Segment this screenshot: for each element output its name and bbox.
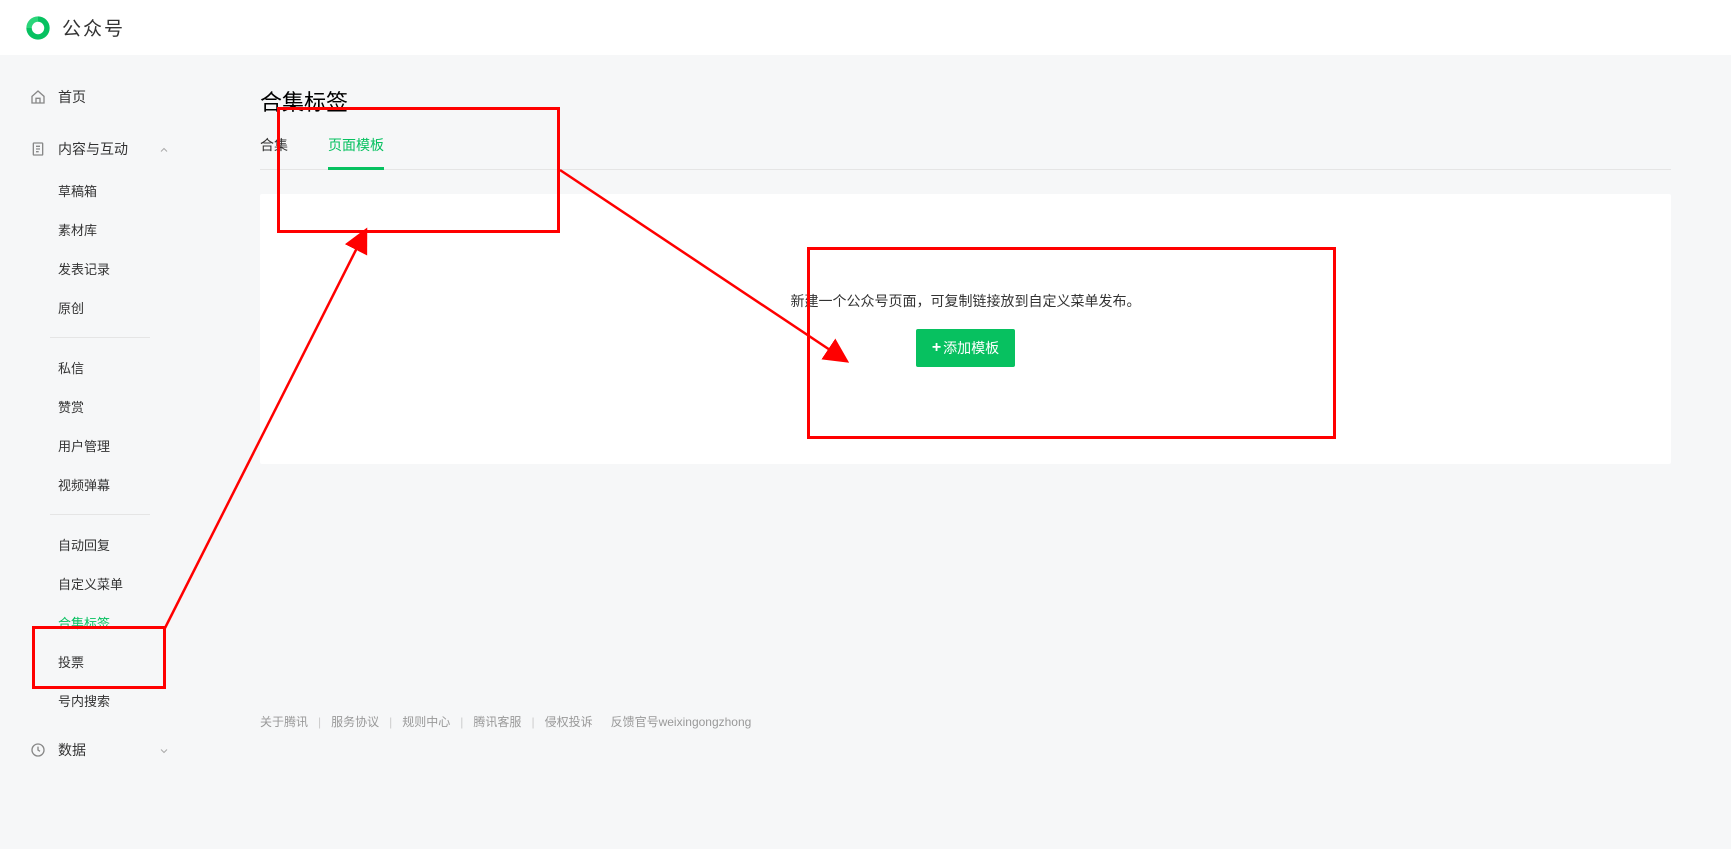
tab-page-template[interactable]: 页面模板 [328, 135, 384, 170]
sidebar-sub-reward[interactable]: 赞赏 [58, 387, 200, 426]
footer-link-support[interactable]: 腾讯客服 [473, 713, 521, 730]
chevron-down-icon [158, 744, 170, 756]
sidebar-sub-custom-menu[interactable]: 自定义菜单 [58, 564, 200, 603]
sidebar-sub-autoreply[interactable]: 自动回复 [58, 525, 200, 564]
sidebar: 首页 内容与互动 草稿箱 素材库 发表记录 原创 私信 赞赏 用户管理 [0, 55, 200, 800]
sidebar-label: 内容与互动 [58, 139, 128, 159]
sidebar-sub-collection-tags[interactable]: 合集标签 [58, 603, 200, 642]
sidebar-item-data[interactable]: 数据 [0, 728, 200, 772]
header: 公众号 [0, 0, 1731, 55]
sidebar-sub-original[interactable]: 原创 [58, 288, 200, 327]
footer-link-infringe[interactable]: 侵权投诉 [545, 713, 593, 730]
footer-feedback: 反馈官号weixingongzhong [611, 713, 752, 730]
footer-link-about[interactable]: 关于腾讯 [260, 713, 308, 730]
card-description: 新建一个公众号页面，可复制链接放到自定义菜单发布。 [791, 291, 1141, 311]
wechat-mp-logo-icon [24, 14, 52, 42]
tab-collection[interactable]: 合集 [260, 135, 288, 169]
logo[interactable]: 公众号 [24, 14, 125, 42]
divider [50, 514, 150, 515]
sidebar-sub-vote[interactable]: 投票 [58, 642, 200, 681]
sidebar-sub-users[interactable]: 用户管理 [58, 426, 200, 465]
plus-icon: + [932, 339, 941, 357]
sidebar-sub-drafts[interactable]: 草稿箱 [58, 171, 200, 210]
logo-text: 公众号 [62, 14, 125, 41]
footer-link-rules[interactable]: 规则中心 [402, 713, 450, 730]
sidebar-sub-video[interactable]: 视频弹幕 [58, 465, 200, 504]
sidebar-sublist: 草稿箱 素材库 发表记录 原创 私信 赞赏 用户管理 视频弹幕 自动回复 自定义… [0, 171, 200, 720]
chevron-up-icon [158, 143, 170, 155]
sidebar-label: 首页 [58, 87, 86, 107]
sidebar-label: 数据 [58, 740, 86, 760]
sidebar-sub-publish-log[interactable]: 发表记录 [58, 249, 200, 288]
sidebar-sub-dm[interactable]: 私信 [58, 348, 200, 387]
add-button-label: 添加模板 [943, 338, 999, 358]
content-card: 新建一个公众号页面，可复制链接放到自定义菜单发布。 + 添加模板 [260, 194, 1671, 464]
footer-link-tos[interactable]: 服务协议 [331, 713, 379, 730]
sidebar-sub-search[interactable]: 号内搜索 [58, 681, 200, 720]
footer: 关于腾讯| 服务协议| 规则中心| 腾讯客服| 侵权投诉 反馈官号weixing… [260, 713, 751, 730]
doc-icon [30, 141, 46, 157]
sidebar-item-content[interactable]: 内容与互动 [0, 127, 200, 171]
add-template-button[interactable]: + 添加模板 [916, 329, 1015, 367]
tabs: 合集 页面模板 [260, 135, 1671, 170]
clock-icon [30, 742, 46, 758]
main-content: 合集标签 合集 页面模板 新建一个公众号页面，可复制链接放到自定义菜单发布。 +… [200, 55, 1731, 800]
divider [50, 337, 150, 338]
sidebar-item-home[interactable]: 首页 [0, 75, 200, 119]
sidebar-sub-assets[interactable]: 素材库 [58, 210, 200, 249]
home-icon [30, 89, 46, 105]
page-title: 合集标签 [260, 85, 1671, 117]
